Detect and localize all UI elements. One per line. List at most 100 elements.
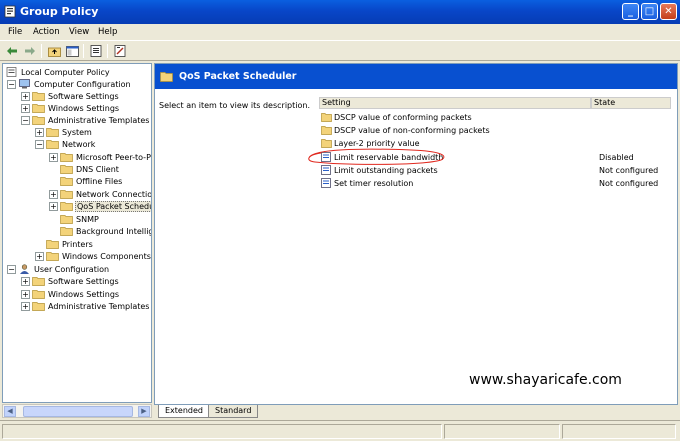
collapse-icon[interactable]: − [35,139,44,149]
tree-item-dns-client[interactable]: DNS Client [49,163,120,175]
computer-icon [19,79,30,89]
collapse-icon[interactable]: − [7,79,16,89]
tree-item-windows-components[interactable]: + Windows Components [35,250,151,262]
folder-icon [60,215,73,224]
tree-item-offline-files[interactable]: Offline Files [49,175,123,187]
menu-file[interactable]: File [8,27,22,37]
expand-icon[interactable]: + [21,289,30,299]
setting-state: Disabled [599,152,634,162]
tree-item-system[interactable]: + System [35,126,93,138]
expand-icon[interactable]: + [49,189,58,199]
expand-icon[interactable]: + [49,152,58,162]
menu-help[interactable]: Help [98,27,117,37]
title-bar[interactable]: Group Policy _ □ ✕ [0,0,680,24]
tree-item-software-settings[interactable]: + Software Settings [21,90,120,102]
tree-item-user-administrative-templates[interactable]: + Administrative Templates [21,300,150,312]
tree-item-local-computer-policy[interactable]: Local Computer Policy [5,66,111,78]
toolbar-separator [83,44,84,58]
expand-icon[interactable]: + [35,251,44,261]
tab-standard[interactable]: Standard [208,405,259,418]
tree-item-network[interactable]: − Network [35,138,96,150]
list-item[interactable]: DSCP value of conforming packets [321,111,659,123]
details-pane: QoS Packet Scheduler Select an item to v… [154,63,678,405]
expand-icon[interactable]: + [21,301,30,311]
close-icon: ✕ [664,6,673,17]
expand-icon[interactable]: + [21,276,30,286]
folder-icon [46,252,59,261]
folder-icon [32,302,45,311]
tree-item-user-software-settings[interactable]: + Software Settings [21,275,120,287]
folder-icon [60,202,73,211]
export-list-icon [90,45,101,57]
setting-name: DSCP value of non-conforming packets [334,125,490,135]
console-tree[interactable]: Local Computer Policy − Computer Configu… [2,63,152,403]
expand-icon[interactable]: + [49,201,58,211]
folder-icon [60,227,73,236]
properties-button[interactable] [112,43,128,59]
tree-item-computer-configuration[interactable]: − Computer Configuration [7,78,132,90]
properties-icon [114,45,125,57]
export-list-button[interactable] [88,43,104,59]
user-icon [20,264,29,274]
tree-item-snmp[interactable]: SNMP [49,213,100,225]
window-title: Group Policy [20,5,99,18]
close-button[interactable]: ✕ [660,3,677,20]
folder-icon [60,153,73,162]
expand-icon[interactable]: + [21,91,30,101]
tree-item-administrative-templates[interactable]: − Administrative Templates [21,114,150,126]
list-item[interactable]: Limit reservable bandwidth Disabled [321,151,659,163]
menu-view[interactable]: View [69,27,89,37]
policy-setting-icon [321,165,331,175]
expand-icon[interactable]: + [21,103,30,113]
maximize-icon: □ [644,6,655,17]
tree-item-background-intelligent-transfer[interactable]: Background Intellige [49,225,151,237]
show-hide-console-tree-button[interactable] [64,43,80,59]
folder-icon [32,104,45,113]
folder-icon [60,165,73,174]
column-header-state[interactable]: State [591,97,671,109]
tab-extended[interactable]: Extended [158,405,210,418]
tree-item-user-configuration[interactable]: − User Configuration [7,263,110,275]
tree-item-user-windows-settings[interactable]: + Windows Settings [21,288,120,300]
status-bar [0,420,680,441]
back-button[interactable] [4,43,20,59]
policy-setting-icon [321,178,331,188]
menu-action[interactable]: Action [33,27,60,37]
policy-icon [6,67,17,77]
tree-item-qos-packet-scheduler[interactable]: + QoS Packet Schedu [49,200,151,212]
list-item[interactable]: Set timer resolution Not configured [321,177,659,189]
up-one-level-button[interactable] [46,43,62,59]
tree-item-windows-settings[interactable]: + Windows Settings [21,102,120,114]
view-tabs: Extended Standard [154,405,678,419]
scroll-thumb[interactable] [23,406,133,417]
folder-icon [32,92,45,101]
scroll-left-arrow-icon[interactable]: ◀ [4,406,16,417]
setting-state: Not configured [599,165,659,175]
minimize-button[interactable]: _ [622,3,639,20]
back-arrow-icon [7,47,17,55]
column-header-setting[interactable]: Setting [319,97,591,109]
forward-button[interactable] [22,43,38,59]
details-header-title: QoS Packet Scheduler [179,71,297,82]
scroll-right-arrow-icon[interactable]: ▶ [138,406,150,417]
collapse-icon[interactable]: − [21,115,30,125]
list-item[interactable]: Layer-2 priority value [321,137,659,149]
tree-item-printers[interactable]: Printers [35,238,94,250]
folder-icon [32,290,45,299]
maximize-button[interactable]: □ [641,3,658,20]
folder-icon [321,113,332,122]
setting-state: Not configured [599,178,659,188]
status-cell [562,424,676,439]
status-cell [2,424,442,439]
setting-name: Set timer resolution [334,178,414,188]
collapse-icon[interactable]: − [7,264,16,274]
list-item[interactable]: DSCP value of non-conforming packets [321,124,659,136]
setting-name: Limit reservable bandwidth [334,152,444,162]
folder-up-icon [47,47,61,57]
tree-item-network-connections[interactable]: + Network Connectio [49,188,151,200]
tree-item-microsoft-peer-to-peer[interactable]: + Microsoft Peer-to-P [49,151,151,163]
list-item[interactable]: Limit outstanding packets Not configured [321,164,659,176]
expand-icon[interactable]: + [35,127,44,137]
setting-name: Limit outstanding packets [334,165,438,175]
tree-horizontal-scrollbar[interactable]: ◀ ▶ [2,404,152,418]
